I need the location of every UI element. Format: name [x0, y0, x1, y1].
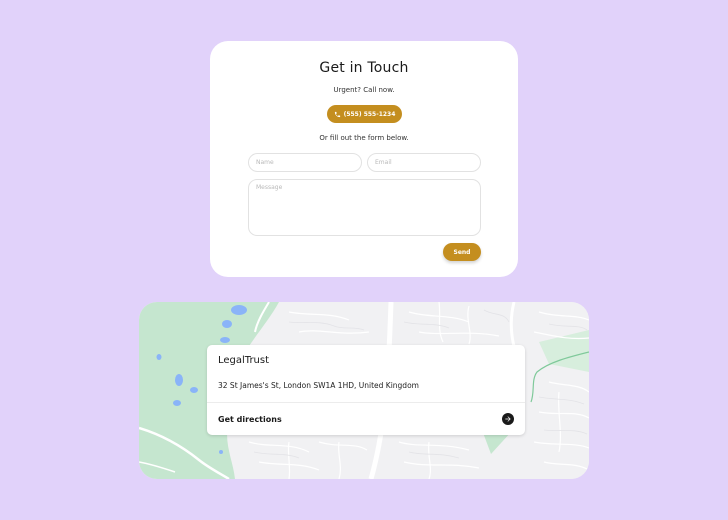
- map-card[interactable]: LegalTrust 32 St James's St, London SW1A…: [139, 302, 589, 479]
- message-field[interactable]: [248, 179, 481, 236]
- place-address: 32 St James's St, London SW1A 1HD, Unite…: [218, 381, 419, 390]
- place-name: LegalTrust: [218, 355, 270, 366]
- name-field[interactable]: [248, 153, 362, 172]
- email-field[interactable]: [367, 153, 481, 172]
- contact-card: Get in Touch Urgent? Call now. (555) 555…: [210, 41, 518, 277]
- page: Get in Touch Urgent? Call now. (555) 555…: [0, 0, 728, 520]
- directions-label: Get directions: [218, 414, 282, 424]
- phone-icon: [334, 111, 341, 118]
- arrow-right-icon: [502, 413, 514, 425]
- call-button-label: (555) 555-1234: [343, 110, 396, 118]
- get-directions-link[interactable]: Get directions: [207, 403, 525, 435]
- urgent-text: Urgent? Call now.: [333, 86, 395, 94]
- call-button[interactable]: (555) 555-1234: [327, 105, 402, 123]
- form-intro: Or fill out the form below.: [319, 134, 409, 142]
- place-panel: LegalTrust 32 St James's St, London SW1A…: [207, 345, 525, 435]
- contact-title: Get in Touch: [319, 60, 409, 76]
- send-button[interactable]: Send: [443, 243, 481, 261]
